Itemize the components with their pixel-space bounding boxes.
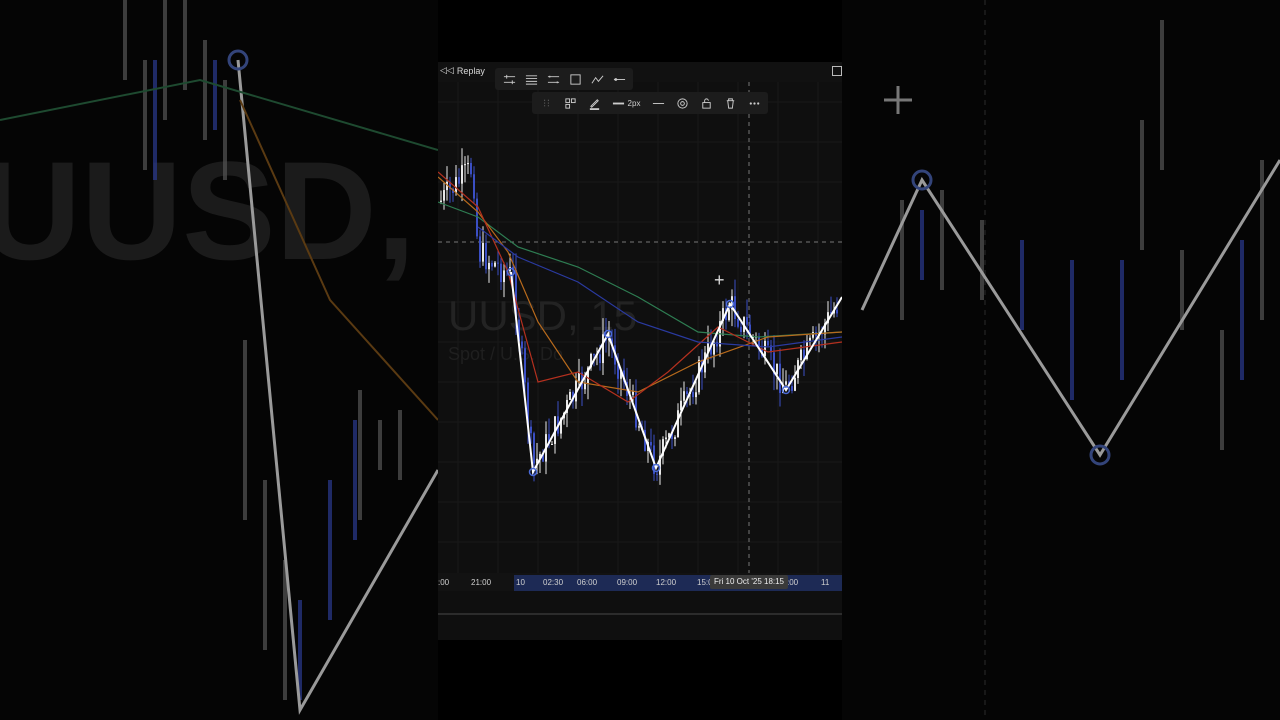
left-background-panel: UUSD,: [0, 0, 438, 720]
candle-body: [746, 317, 748, 325]
candle-body: [656, 473, 658, 475]
candle-body: [461, 165, 463, 184]
templates-icon[interactable]: [562, 95, 578, 111]
candle-body: [491, 262, 493, 267]
line-style-icon[interactable]: [650, 95, 666, 111]
line-width-icon: [612, 102, 624, 104]
candle-body: [716, 341, 718, 347]
more-icon[interactable]: [746, 95, 762, 111]
candle-body: [692, 391, 694, 398]
candle-body: [638, 426, 640, 428]
chart-window: ◁◁ Replay UUSD, 15 Spot / U.S. Do 2px + :…: [438, 62, 842, 640]
candle-body: [695, 392, 697, 398]
candle-body: [551, 443, 553, 445]
time-tick: 12:00: [656, 578, 677, 587]
candle-body: [467, 162, 469, 165]
candle-body: [740, 326, 742, 332]
candle-body: [473, 174, 475, 199]
candle-body: [728, 309, 730, 321]
candle-body: [485, 242, 487, 270]
candle-body: [602, 334, 604, 364]
candle-body: [503, 270, 505, 283]
candle-body: [764, 340, 766, 357]
right-background-chart: [860, 0, 1280, 720]
left-background-chart: [0, 0, 438, 715]
time-tick: 21:00: [471, 578, 492, 587]
line-width-value: 2px: [627, 98, 641, 108]
line-width-button[interactable]: 2px: [610, 95, 642, 111]
trash-icon[interactable]: [722, 95, 738, 111]
candle-body: [683, 391, 685, 401]
candle-body: [734, 296, 736, 320]
candle-body: [737, 319, 739, 327]
candle-body: [524, 348, 526, 383]
ema-red-line: [438, 171, 842, 403]
candle-body: [800, 349, 802, 361]
candle-body: [530, 426, 532, 434]
description-watermark: Spot / U.S. Do: [448, 344, 563, 364]
trend-lines-icon[interactable]: [501, 71, 517, 87]
horizontal-line-icon[interactable]: [611, 71, 627, 87]
time-tick: :00: [438, 578, 450, 587]
candle-body: [674, 437, 676, 440]
candle-body: [440, 200, 442, 202]
candle-body: [665, 437, 667, 440]
rewind-icon: ◁◁: [440, 65, 454, 75]
candle-body: [791, 386, 793, 391]
maximize-icon[interactable]: [832, 66, 842, 76]
rectangle-icon[interactable]: [567, 71, 583, 87]
time-tick: 11: [821, 578, 830, 587]
crosshair-time-label: Fri 10 Oct '25 18:15: [710, 575, 789, 589]
candle-body: [677, 410, 679, 438]
replay-button[interactable]: ◁◁ Replay: [440, 65, 485, 76]
candle-body: [584, 383, 586, 390]
candle-body: [776, 363, 778, 375]
candle-body: [482, 242, 484, 262]
candle-body: [785, 381, 787, 385]
candle-body: [809, 337, 811, 341]
drawing-toolbar: [495, 68, 633, 90]
candle-body: [464, 164, 466, 166]
drag-handle-icon[interactable]: [538, 95, 554, 111]
channel-icon[interactable]: [545, 71, 561, 87]
candle-body: [443, 190, 445, 201]
fib-icon[interactable]: [523, 71, 539, 87]
pane-separator[interactable]: [438, 613, 842, 615]
candle-body: [578, 372, 580, 381]
candle-body: [686, 391, 688, 395]
candle-body: [599, 354, 601, 364]
candle-body: [494, 262, 496, 267]
candle-body: [593, 353, 595, 356]
right-background-panel: [842, 0, 1280, 720]
time-tick: 02:30: [543, 578, 564, 587]
candle-body: [500, 263, 502, 283]
candle-body: [488, 262, 490, 270]
pencil-color-icon[interactable]: [586, 95, 602, 111]
time-axis[interactable]: :00 21:00 10 02:30 06:00 09:00 12:00 15:…: [438, 573, 842, 591]
candle-body: [836, 309, 838, 314]
candle-body: [479, 236, 481, 262]
time-tick: 10: [516, 578, 525, 587]
style-toolbar: 2px: [532, 92, 768, 114]
time-tick: :00: [787, 578, 799, 587]
time-tick: 06:00: [577, 578, 598, 587]
price-chart[interactable]: UUSD, 15Spot / U.S. Do: [438, 82, 842, 573]
replay-label: Replay: [456, 65, 485, 76]
pattern-icon[interactable]: [589, 71, 605, 87]
candle-body: [521, 341, 523, 349]
settings-icon[interactable]: [674, 95, 690, 111]
candle-body: [458, 177, 460, 184]
lock-icon[interactable]: [698, 95, 714, 111]
candle-body: [470, 162, 472, 175]
candle-body: [497, 262, 499, 264]
crosshair-cursor-icon: +: [714, 270, 725, 290]
candle-body: [794, 377, 796, 391]
candle-body: [767, 340, 769, 346]
candle-body: [650, 442, 652, 446]
time-tick: 09:00: [617, 578, 638, 587]
candle-body: [455, 177, 457, 193]
candle-body: [533, 433, 535, 464]
candle-body: [812, 331, 814, 338]
candle-body: [569, 391, 571, 400]
